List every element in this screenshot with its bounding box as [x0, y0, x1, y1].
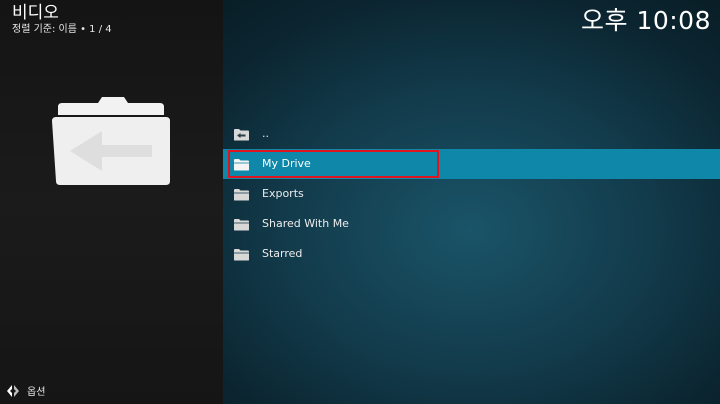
parent-folder-icon — [234, 129, 249, 141]
list-item-exports[interactable]: Exports — [223, 179, 720, 209]
list-item-my-drive[interactable]: My Drive — [223, 149, 720, 179]
list-item-label: Exports — [262, 187, 304, 200]
list-item-starred[interactable]: Starred — [223, 239, 720, 269]
options-button[interactable]: 옵션 — [6, 383, 45, 398]
list-item-label: Shared With Me — [262, 217, 349, 230]
folder-icon — [234, 189, 249, 201]
list-item-parent[interactable]: .. — [223, 119, 720, 149]
focus-highlight-box — [228, 150, 439, 178]
options-icon — [7, 384, 19, 397]
folder-back-thumbnail-icon — [52, 97, 170, 185]
list-item-label: .. — [262, 127, 269, 140]
list-item-label: Starred — [262, 247, 303, 260]
folder-icon — [234, 219, 249, 231]
clock: 오후 10:08 — [581, 6, 711, 35]
file-list: .. My Drive Exports Shared With Me Starr… — [223, 119, 720, 269]
folder-icon — [234, 249, 249, 261]
media-browser-screen: 비디오 정렬 기준: 이름 • 1 / 4 옵션 오후 10:08 .. My … — [0, 0, 720, 404]
header: 비디오 정렬 기준: 이름 • 1 / 4 — [12, 3, 112, 36]
info-panel: 비디오 정렬 기준: 이름 • 1 / 4 옵션 — [0, 0, 223, 404]
options-label: 옵션 — [27, 387, 46, 398]
list-item-shared-with-me[interactable]: Shared With Me — [223, 209, 720, 239]
page-title: 비디오 — [12, 3, 59, 23]
sort-info: 정렬 기준: 이름 • 1 / 4 — [12, 24, 112, 35]
